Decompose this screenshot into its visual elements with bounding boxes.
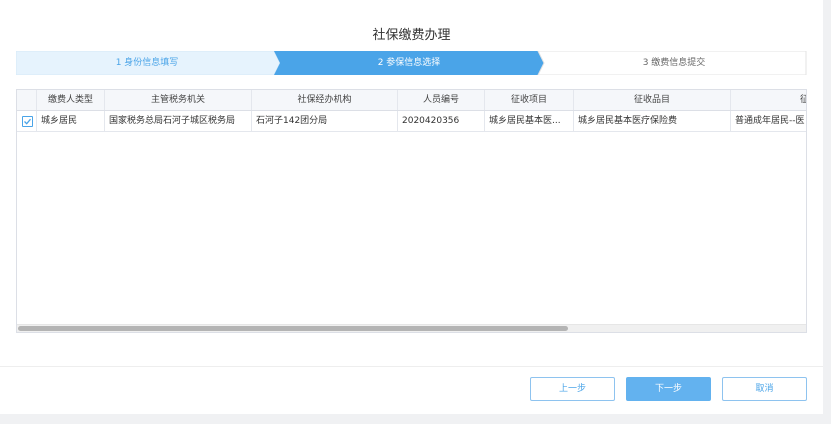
payment-dialog: 社保缴费办理 1 身份信息填写 2 参保信息选择 3 缴费信息提交 缴费人类型 … [0,0,823,414]
row-checkbox[interactable] [22,116,33,127]
column-header: 社保经办机构 [252,90,398,110]
column-header: 缴费人类型 [37,90,105,110]
footer-divider [0,366,823,367]
column-header: 征收子目 [731,90,806,110]
step-progress-bar: 1 身份信息填写 2 参保信息选择 3 缴费信息提交 [16,51,807,75]
table-cell: 2020420356 [398,111,485,131]
next-step-button[interactable]: 下一步 [626,377,711,401]
column-header: 征收项目 [485,90,574,110]
table-cell: 城乡居民基本医疗保险费 [574,111,731,131]
scrollbar-thumb[interactable] [18,326,568,331]
column-header: 人员编号 [398,90,485,110]
column-header: 征收品目 [574,90,731,110]
prev-step-button[interactable]: 上一步 [530,377,615,401]
table-row[interactable]: 城乡居民 国家税务总局石河子城区税务局 石河子142团分局 2020420356… [17,111,806,132]
column-header: 主管税务机关 [105,90,252,110]
cancel-button[interactable]: 取消 [722,377,807,401]
table-cell: 国家税务总局石河子城区税务局 [105,111,252,131]
table-header: 缴费人类型 主管税务机关 社保经办机构 人员编号 征收项目 征收品目 征收子目 [17,90,806,111]
dialog-title: 社保缴费办理 [372,28,451,43]
step-1-label[interactable]: 1 身份信息填写 [16,51,278,75]
table-cell: 城乡居民 [37,111,105,131]
table-cell: 石河子142团分局 [252,111,398,131]
row-checkbox-cell [17,111,37,131]
step-3-label[interactable]: 3 缴费信息提交 [542,51,806,75]
table-cell: 城乡居民基本医... [485,111,574,131]
step-2-label[interactable]: 2 参保信息选择 [278,51,540,75]
table-cell: 普通成年居民--医 [731,111,806,131]
check-icon [24,118,31,125]
horizontal-scrollbar[interactable] [17,324,806,332]
header-checkbox-cell [17,90,37,110]
insurance-table: 缴费人类型 主管税务机关 社保经办机构 人员编号 征收项目 征收品目 征收子目 … [16,89,807,333]
